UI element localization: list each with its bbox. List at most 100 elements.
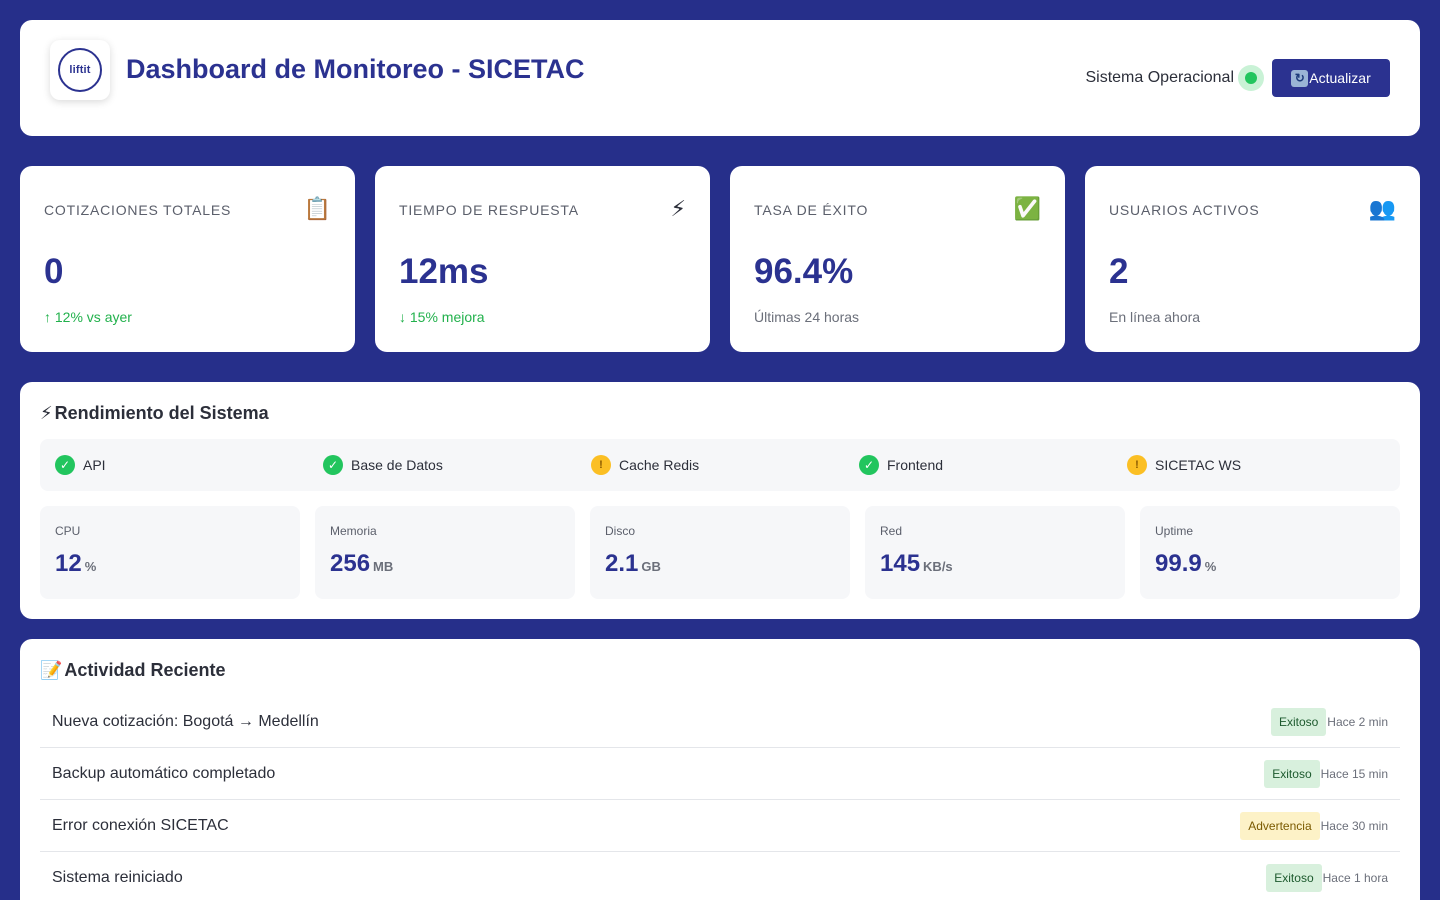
stat-card-cotizaciones: COTIZACIONES TOTALES 📋 0 ↑ 12% vs ayer xyxy=(20,166,355,352)
activity-time: Hace 30 min xyxy=(1320,818,1388,833)
metric-label: Disco xyxy=(605,524,636,538)
activity-meta: Exitoso Hace 1 hora xyxy=(1266,863,1388,892)
services-status-bar: ✓ API ✓ Base de Datos ! Cache Redis ✓ Fr… xyxy=(40,439,1400,491)
check-circle-icon: ✓ xyxy=(55,455,75,475)
users-icon: 👥 xyxy=(1368,196,1396,221)
metric-unit: GB xyxy=(641,559,661,574)
activity-card: 📝 Actividad Reciente Nueva cotización: B… xyxy=(20,639,1420,900)
metric-value: 99.9% xyxy=(1155,550,1216,578)
stat-label: TASA DE ÉXITO xyxy=(754,202,869,218)
activity-text: Backup automático completado xyxy=(52,764,276,782)
metric-cpu: CPU 12% xyxy=(40,506,300,599)
metric-unit: KB/s xyxy=(923,559,953,574)
status-dot-icon xyxy=(1245,72,1257,84)
activity-item[interactable]: Error conexión SICETAC Advertencia Hace … xyxy=(40,800,1400,852)
service-name: Base de Datos xyxy=(351,457,443,473)
check-circle-icon: ✓ xyxy=(859,455,879,475)
activity-text: Nueva cotización: Bogotá → Medellín xyxy=(52,712,319,730)
status-badge: Advertencia xyxy=(1240,811,1320,840)
service-name: Cache Redis xyxy=(619,457,700,473)
stat-trend: ↓ 15% mejora xyxy=(399,309,485,325)
stat-card-tasa-exito: TASA DE ÉXITO ✅ 96.4% Últimas 24 horas xyxy=(730,166,1065,352)
section-title-text: Rendimiento del Sistema xyxy=(54,403,269,423)
page-title: Dashboard de Monitoreo - SICETAC xyxy=(126,54,585,84)
section-title: 📝 Actividad Reciente xyxy=(40,660,225,681)
activity-text: Sistema reiniciado xyxy=(52,868,183,886)
stat-label: COTIZACIONES TOTALES xyxy=(44,202,232,218)
metric-number: 2.1 xyxy=(605,550,639,577)
refresh-button[interactable]: ↻ Actualizar xyxy=(1272,59,1390,97)
metric-memoria: Memoria 256 MB xyxy=(315,506,575,599)
stat-value: 0 xyxy=(44,252,64,291)
stat-value: 96.4% xyxy=(754,252,854,291)
stat-label: TIEMPO DE RESPUESTA xyxy=(399,202,579,218)
activity-time: Hace 2 min xyxy=(1327,714,1388,729)
stat-label: USUARIOS ACTIVOS xyxy=(1109,202,1260,218)
metric-label: Uptime xyxy=(1155,524,1194,538)
performance-card: ⚡ Rendimiento del Sistema ✓ API ✓ Base d… xyxy=(20,382,1420,619)
metric-red: Red 145 KB/s xyxy=(865,506,1125,599)
activity-meta: Exitoso Hace 2 min xyxy=(1270,707,1388,736)
status-text: Sistema Operacional xyxy=(1085,69,1234,86)
memo-icon: 📝 xyxy=(40,660,63,680)
system-status: Sistema Operacional ↻ Actualizar xyxy=(1085,59,1390,97)
section-title-text: Actividad Reciente xyxy=(64,660,226,680)
activity-item[interactable]: Nueva cotización: Bogotá → Medellín Exit… xyxy=(40,696,1400,748)
header-card: liftit Dashboard de Monitoreo - SICETAC … xyxy=(20,20,1420,136)
metric-value: 12% xyxy=(55,550,96,578)
activity-item[interactable]: Sistema reiniciado Exitoso Hace 1 hora xyxy=(40,852,1400,900)
metric-unit: % xyxy=(1204,559,1217,574)
stat-value: 2 xyxy=(1109,252,1129,291)
stat-trend: ↑ 12% vs ayer xyxy=(44,309,132,325)
metric-unit: MB xyxy=(373,559,394,574)
check-circle-icon: ✓ xyxy=(323,455,343,475)
warning-circle-icon: ! xyxy=(1127,455,1147,475)
stat-value: 12ms xyxy=(399,252,489,291)
service-api: ✓ API xyxy=(55,439,106,491)
logo: liftit xyxy=(50,40,110,100)
refresh-label: Actualizar xyxy=(1309,70,1371,86)
clipboard-icon: 📋 xyxy=(303,196,331,221)
stat-card-usuarios-activos: USUARIOS ACTIVOS 👥 2 En línea ahora xyxy=(1085,166,1420,352)
logo-mark: liftit xyxy=(58,48,102,92)
activity-list: Nueva cotización: Bogotá → Medellín Exit… xyxy=(40,696,1400,900)
status-badge: Exitoso xyxy=(1270,707,1327,736)
metric-uptime: Uptime 99.9% xyxy=(1140,506,1400,599)
service-sicetac-ws: ! SICETAC WS xyxy=(1127,439,1241,491)
metric-label: Red xyxy=(880,524,903,538)
metric-value: 256 MB xyxy=(330,550,393,578)
lightning-icon: ⚡ xyxy=(40,403,53,423)
metric-number: 12 xyxy=(55,550,82,577)
metric-value: 2.1 GB xyxy=(605,550,661,578)
service-frontend: ✓ Frontend xyxy=(859,439,943,491)
service-name: SICETAC WS xyxy=(1155,457,1242,473)
refresh-icon: ↻ xyxy=(1291,69,1309,87)
activity-meta: Advertencia Hace 30 min xyxy=(1240,811,1388,840)
status-badge: Exitoso xyxy=(1266,863,1322,892)
section-title: ⚡ Rendimiento del Sistema xyxy=(40,403,269,424)
metric-number: 145 xyxy=(880,550,921,577)
metric-disco: Disco 2.1 GB xyxy=(590,506,850,599)
lightning-icon: ⚡ xyxy=(670,196,686,221)
activity-meta: Exitoso Hace 15 min xyxy=(1264,759,1388,788)
stat-card-tiempo-respuesta: TIEMPO DE RESPUESTA ⚡ 12ms ↓ 15% mejora xyxy=(375,166,710,352)
metric-number: 256 xyxy=(330,550,371,577)
service-base-de-datos: ✓ Base de Datos xyxy=(323,439,443,491)
stat-subtitle: En línea ahora xyxy=(1109,309,1201,325)
service-cache-redis: ! Cache Redis xyxy=(591,439,699,491)
activity-time: Hace 1 hora xyxy=(1322,870,1388,885)
metric-value: 145 KB/s xyxy=(880,550,953,578)
metric-number: 99.9 xyxy=(1155,550,1202,577)
warning-circle-icon: ! xyxy=(591,455,611,475)
stat-subtitle: Últimas 24 horas xyxy=(754,309,860,325)
metric-label: CPU xyxy=(55,524,81,538)
service-name: Frontend xyxy=(887,457,944,473)
activity-item[interactable]: Backup automático completado Exitoso Hac… xyxy=(40,748,1400,800)
service-name: API xyxy=(83,457,106,473)
metric-unit: % xyxy=(84,559,97,574)
metric-label: Memoria xyxy=(330,524,377,538)
status-indicator xyxy=(1238,65,1264,91)
activity-text: Error conexión SICETAC xyxy=(52,816,229,834)
check-mark-icon: ✅ xyxy=(1013,196,1041,221)
status-badge: Exitoso xyxy=(1264,759,1320,788)
